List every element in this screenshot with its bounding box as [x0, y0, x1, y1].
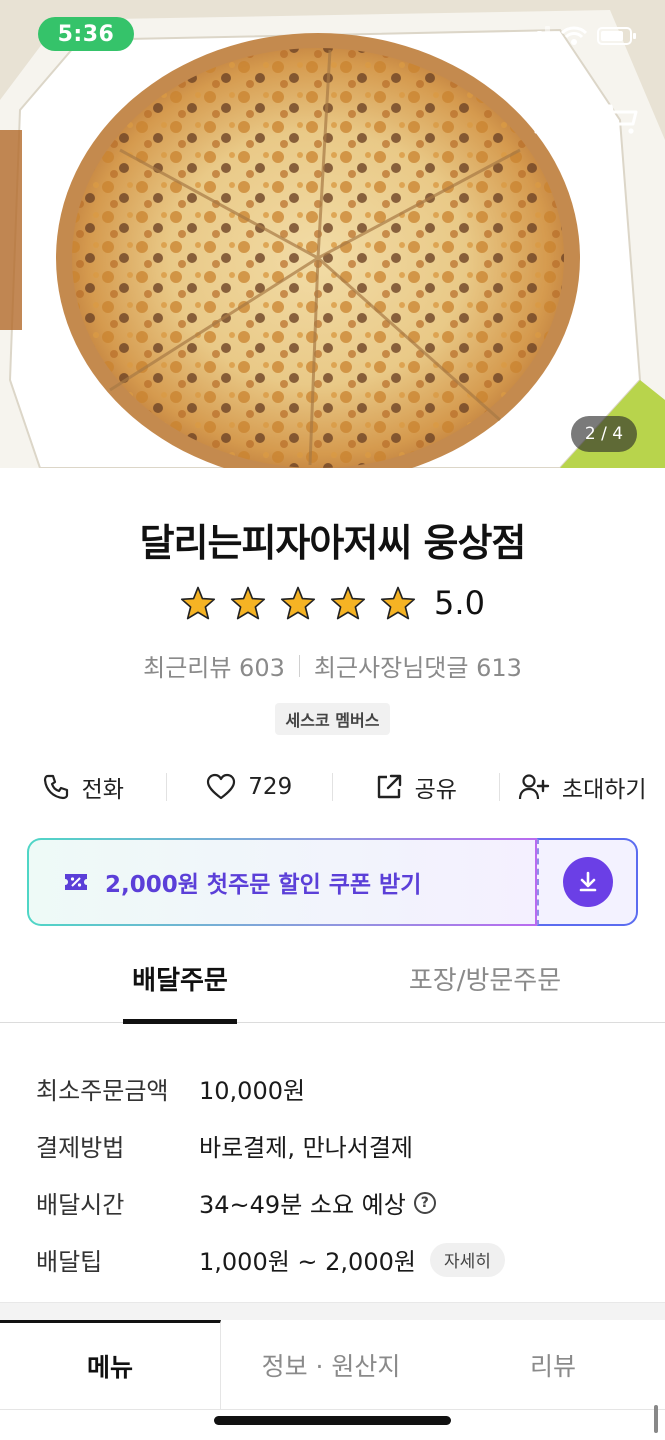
delivery-tip-label: 배달팁 [36, 1248, 103, 1276]
photo-counter: 2 / 4 [571, 416, 637, 452]
cart-button[interactable] [597, 95, 645, 143]
delivery-tip-value: 1,000원 ~ 2,000원 [199, 1248, 416, 1276]
coupon-banner[interactable]: 2,000원 첫주문 할인 쿠폰 받기 [27, 838, 638, 926]
back-arrow-icon [31, 106, 59, 132]
tab-menu[interactable]: 메뉴 [0, 1320, 221, 1409]
coupon-icon [65, 874, 87, 890]
scrollbar[interactable] [654, 1405, 658, 1433]
rating-row: 5.0 [0, 584, 665, 622]
store-photo-carousel[interactable]: 5:36 2 / 4 [0, 0, 665, 468]
store-name: 달리는피자아저씨 웅상점 [139, 521, 527, 565]
add-person-icon [518, 774, 550, 800]
download-circle [562, 857, 613, 907]
order-type-tabs: 배달주문 포장/방문주문 [0, 960, 665, 1024]
star-icon [380, 586, 416, 620]
divider [298, 654, 300, 677]
signal-icon [521, 26, 550, 46]
status-bar: 5:36 [0, 0, 665, 70]
coupon-info[interactable]: 2,000원 첫주문 할인 쿠폰 받기 [27, 838, 537, 926]
heart-icon [207, 773, 236, 800]
cart-icon [603, 104, 638, 134]
like-count: 729 [248, 774, 293, 800]
recent-reviews-link[interactable]: 최근리뷰 603 [143, 648, 285, 683]
invite-button[interactable]: 초대하기 [500, 763, 665, 811]
invite-label: 초대하기 [561, 777, 647, 803]
owner-replies-link[interactable]: 최근사장님댓글 613 [314, 648, 522, 683]
min-order-label: 최소주문금액 [36, 1077, 169, 1105]
like-button[interactable]: 729 [167, 763, 333, 811]
back-button[interactable] [20, 95, 68, 143]
wifi-icon [561, 26, 587, 45]
star-icon [330, 586, 366, 620]
payment-label: 결제방법 [36, 1134, 125, 1162]
delivery-time-label: 배달시간 [36, 1191, 125, 1219]
home-indicator[interactable] [214, 1416, 451, 1425]
info-row-delivery-tip: 배달팁 1,000원 ~ 2,000원 자세히 [36, 1231, 636, 1288]
delivery-time-value-wrap: 34~49분 소요 예상 ? [199, 1185, 436, 1220]
help-icon[interactable]: ? [413, 1191, 436, 1214]
battery-icon [597, 27, 636, 45]
info-row-delivery-time: 배달시간 34~49분 소요 예상 ? [36, 1174, 636, 1231]
min-order-value: 10,000원 [199, 1077, 306, 1105]
action-row: 전화 729 공유 초대하기 [0, 763, 665, 811]
star-icon [180, 586, 216, 620]
call-button[interactable]: 전화 [0, 763, 166, 811]
phone-icon [43, 774, 68, 800]
review-summary: 최근리뷰 603 최근사장님댓글 613 [0, 648, 665, 683]
download-icon [579, 871, 596, 892]
delivery-tip-value-wrap: 1,000원 ~ 2,000원 자세히 [199, 1242, 505, 1277]
star-icon [230, 586, 266, 620]
share-button[interactable]: 공유 [333, 763, 499, 811]
tip-detail-button[interactable]: 자세히 [429, 1242, 505, 1277]
share-label: 공유 [414, 777, 457, 803]
member-badge: 세스코 멤버스 [275, 703, 390, 735]
info-row-min-order: 최소주문금액 10,000원 [36, 1060, 636, 1117]
rating-value: 5.0 [434, 584, 485, 622]
tab-info-origin[interactable]: 정보 · 원산지 [221, 1320, 441, 1409]
home-icon [534, 104, 564, 134]
status-icons [521, 26, 637, 46]
share-icon [377, 774, 401, 799]
star-rating [180, 586, 416, 620]
tab-delivery[interactable]: 배달주문 [123, 960, 237, 1024]
delivery-time-value: 34~49분 소요 예상 [199, 1191, 406, 1219]
status-time: 5:36 [38, 17, 134, 51]
tab-pickup[interactable]: 포장/방문주문 [380, 960, 590, 1022]
home-button[interactable] [525, 95, 573, 143]
section-divider [0, 1302, 665, 1320]
content-tabs: 메뉴 정보 · 원산지 리뷰 [0, 1320, 665, 1410]
star-icon [280, 586, 316, 620]
info-row-payment: 결제방법 바로결제, 만나서결제 [36, 1117, 636, 1174]
tab-reviews[interactable]: 리뷰 [441, 1320, 665, 1409]
pizza-photo [0, 0, 665, 468]
coupon-text: 2,000원 첫주문 할인 쿠폰 받기 [105, 872, 422, 898]
payment-value: 바로결제, 만나서결제 [199, 1134, 413, 1162]
call-label: 전화 [81, 777, 124, 803]
delivery-info: 최소주문금액 10,000원 결제방법 바로결제, 만나서결제 배달시간 34~… [36, 1060, 636, 1288]
coupon-download-button[interactable] [537, 838, 638, 926]
